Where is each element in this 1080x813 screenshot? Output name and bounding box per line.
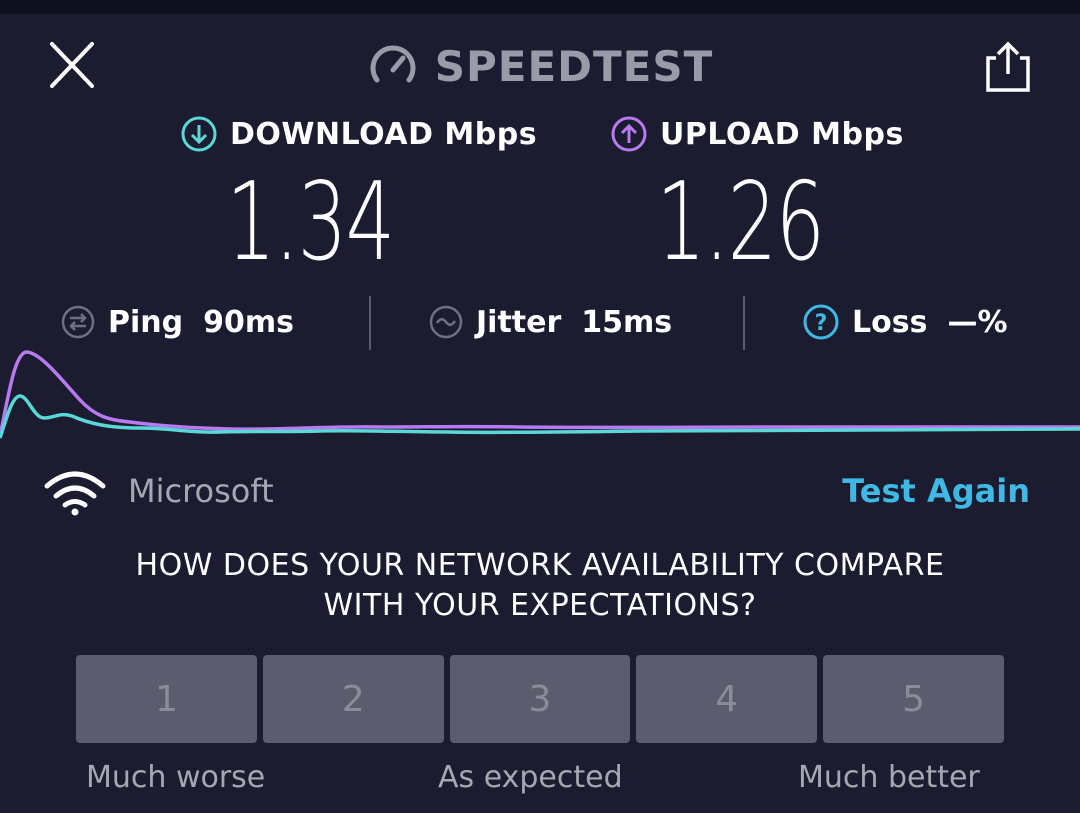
download-header: DOWNLOAD Mbps bbox=[180, 112, 537, 156]
brand-header: SPEEDTEST bbox=[350, 36, 730, 96]
svg-text:?: ? bbox=[815, 311, 828, 336]
upload-value: 1.26 bbox=[656, 160, 825, 285]
scale-label-mid: As expected bbox=[438, 760, 623, 795]
download-value: 1.34 bbox=[226, 160, 395, 285]
loss-value: —% bbox=[947, 304, 1008, 340]
upload-graph-line bbox=[0, 350, 1080, 436]
rating-option-2[interactable]: 2 bbox=[262, 655, 444, 743]
scale-label-high: Much better bbox=[798, 760, 980, 795]
download-arrow-icon bbox=[181, 116, 217, 152]
survey-question-line: WITH YOUR EXPECTATIONS? bbox=[323, 588, 757, 623]
upload-label: UPLOAD Mbps bbox=[660, 116, 904, 152]
close-icon bbox=[50, 42, 94, 88]
jitter-stat: Jitter 15ms bbox=[428, 300, 672, 344]
survey-question: HOW DOES YOUR NETWORK AVAILABILITY COMPA… bbox=[40, 546, 1040, 626]
speedtest-result-screen: SPEEDTEST DOWNLOAD Mbps UPLOAD Mbps 1.34… bbox=[0, 0, 1080, 813]
ping-value: 90ms bbox=[203, 304, 294, 340]
loss-label: Loss bbox=[852, 304, 928, 340]
download-label: DOWNLOAD Mbps bbox=[230, 116, 538, 152]
rating-option-4[interactable]: 4 bbox=[636, 655, 818, 743]
status-strip bbox=[0, 0, 1080, 14]
upload-arrow-icon bbox=[611, 116, 647, 152]
wifi-icon bbox=[44, 471, 106, 516]
ping-icon bbox=[61, 305, 95, 339]
download-graph-line bbox=[0, 394, 1080, 439]
rating-scale: 1 2 3 4 5 bbox=[76, 655, 1004, 743]
scale-label-low: Much worse bbox=[86, 760, 266, 795]
upload-header: UPLOAD Mbps bbox=[610, 112, 904, 156]
app-title: SPEEDTEST bbox=[434, 41, 714, 91]
jitter-label: Jitter bbox=[476, 304, 562, 340]
rating-option-1[interactable]: 1 bbox=[76, 655, 257, 743]
network-name: Microsoft bbox=[128, 472, 274, 510]
jitter-value: 15ms bbox=[581, 304, 673, 340]
close-button[interactable] bbox=[42, 38, 102, 94]
rating-option-5[interactable]: 5 bbox=[823, 655, 1004, 743]
speed-graph bbox=[0, 350, 1080, 439]
jitter-icon bbox=[429, 305, 463, 339]
test-again-button[interactable]: Test Again bbox=[842, 472, 1030, 510]
loss-stat[interactable]: ? Loss —% bbox=[802, 300, 1008, 344]
speedometer-icon bbox=[370, 45, 416, 83]
survey-question-line: HOW DOES YOUR NETWORK AVAILABILITY COMPA… bbox=[135, 548, 945, 583]
ping-stat: Ping 90ms bbox=[60, 300, 294, 344]
share-icon bbox=[986, 41, 1030, 92]
network-row: Microsoft Test Again bbox=[0, 466, 1080, 522]
ping-label: Ping bbox=[108, 304, 184, 340]
question-icon: ? bbox=[803, 304, 839, 340]
share-button[interactable] bbox=[978, 36, 1038, 96]
rating-option-3[interactable]: 3 bbox=[449, 655, 631, 743]
